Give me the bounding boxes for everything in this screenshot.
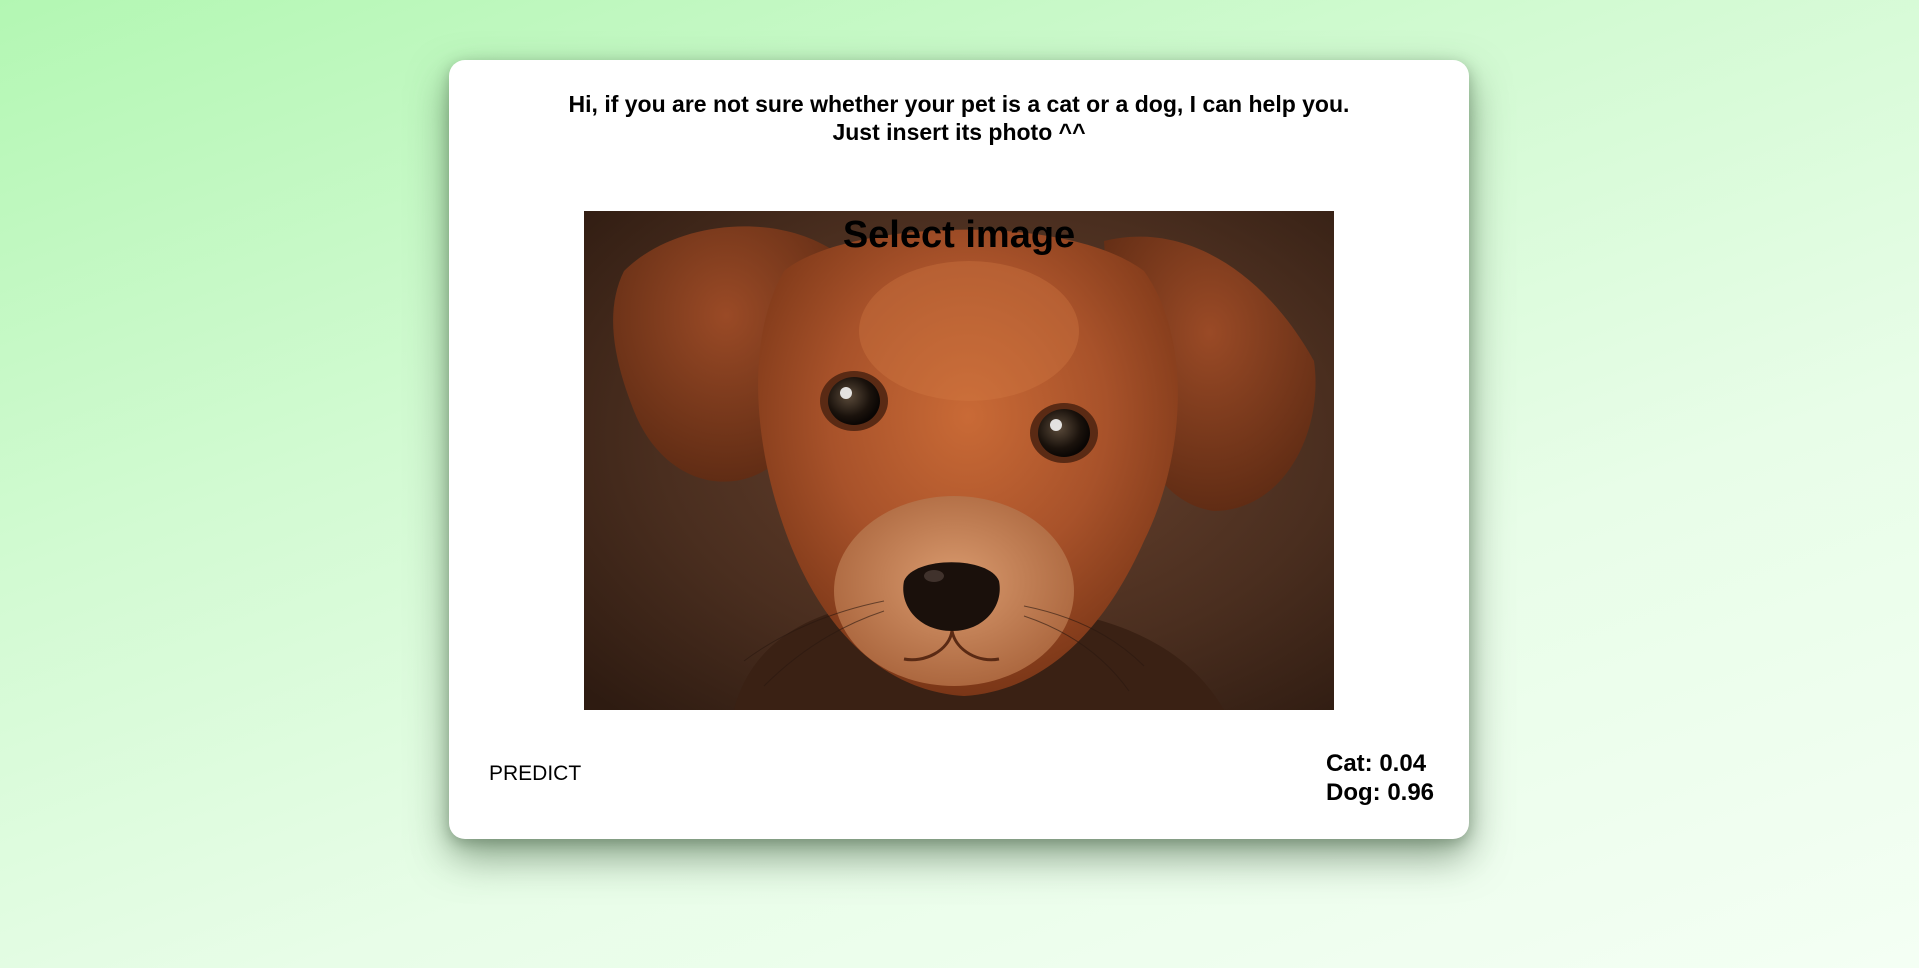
cat-probability: Cat: 0.04 xyxy=(1326,750,1427,777)
intro-text: Hi, if you are not sure whether your pet… xyxy=(449,90,1469,146)
dog-probability: Dog: 0.96 xyxy=(1326,779,1435,806)
puppy-photo xyxy=(584,211,1334,710)
prediction-results: Cat: 0.04 Dog: 0.96 xyxy=(1326,749,1434,807)
image-upload-area[interactable]: Select image xyxy=(584,211,1334,710)
prediction-card: Hi, if you are not sure whether your pet… xyxy=(449,60,1469,839)
intro-line-2: Just insert its photo ^^ xyxy=(832,119,1086,145)
predict-button[interactable]: PREDICT xyxy=(489,762,581,786)
intro-line-1: Hi, if you are not sure whether your pet… xyxy=(568,91,1350,117)
